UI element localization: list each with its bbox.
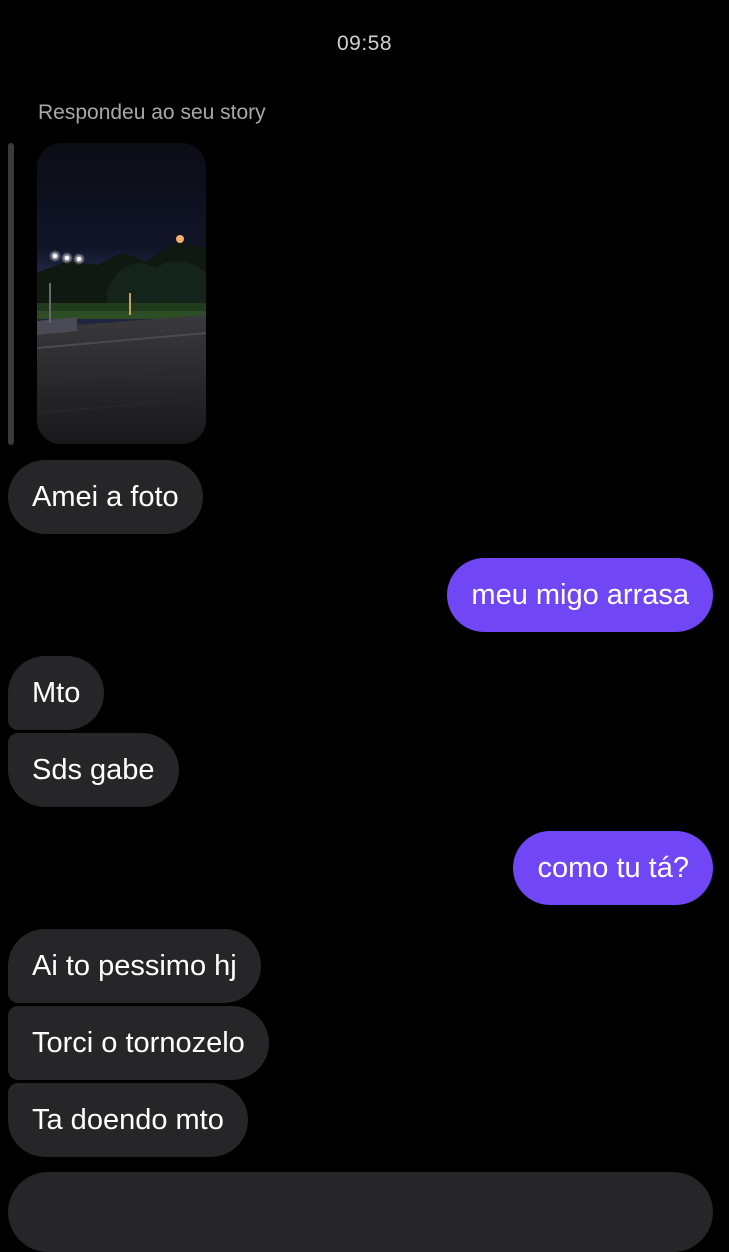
message-bubble-incoming[interactable]: Torci o tornozelo [8,1006,269,1080]
message-bubble-outgoing[interactable]: meu migo arrasa [447,558,713,632]
message-bubble-outgoing[interactable]: como tu tá? [513,831,713,905]
story-reply-caption: Respondeu ao seu story [38,101,266,124]
timestamp: 09:58 [336,32,393,55]
message-bubble-incoming[interactable]: Ai to pessimo hj [8,929,261,1003]
reply-indicator-bar [8,143,14,445]
message-bubble-incoming[interactable]: Ta doendo mto [8,1083,248,1157]
message-bubble-incoming[interactable]: Amei a foto [8,460,203,534]
message-composer[interactable] [8,1172,713,1252]
message-bubble-incoming[interactable]: Sds gabe [8,733,179,807]
story-thumbnail[interactable] [37,143,206,444]
message-bubble-incoming[interactable]: Mto [8,656,105,730]
